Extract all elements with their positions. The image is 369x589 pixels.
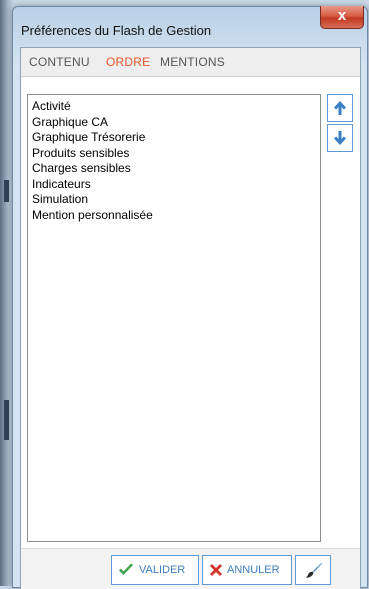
desktop-mark (4, 400, 9, 440)
valider-button[interactable]: VALIDER (111, 555, 199, 585)
dialog-footer: VALIDER ANNULER (21, 548, 360, 589)
brush-icon (306, 563, 322, 578)
window-title: Préférences du Flash de Gestion (21, 23, 212, 38)
tab-ordre[interactable]: ORDRE (106, 55, 150, 69)
close-icon: x (337, 7, 347, 24)
close-button[interactable]: x (320, 6, 364, 29)
list-item[interactable]: Graphique Trésorerie (28, 130, 320, 146)
desktop-mark (4, 180, 9, 202)
list-item[interactable]: Graphique CA (28, 115, 320, 131)
arrow-down-icon (334, 131, 346, 145)
x-icon (210, 564, 222, 576)
tab-bar: CONTENU ORDRE MENTIONS (21, 48, 360, 77)
list-item[interactable]: Simulation (28, 192, 320, 208)
check-icon (119, 563, 133, 575)
dialog-content: CONTENU ORDRE MENTIONS Activité Graphiqu… (20, 47, 361, 589)
list-item[interactable]: Activité (28, 99, 320, 115)
valider-label: VALIDER (139, 564, 186, 576)
move-down-button[interactable] (327, 124, 353, 152)
tab-mentions[interactable]: MENTIONS (160, 55, 225, 69)
list-item[interactable]: Indicateurs (28, 177, 320, 193)
title-bar: Préférences du Flash de Gestion x (13, 6, 367, 47)
list-item[interactable]: Produits sensibles (28, 146, 320, 162)
annuler-button[interactable]: ANNULER (202, 555, 292, 585)
move-up-button[interactable] (327, 94, 353, 122)
annuler-label: ANNULER (227, 564, 280, 576)
reset-button[interactable] (295, 555, 331, 585)
order-panel: Activité Graphique CA Graphique Trésorer… (21, 77, 360, 547)
list-item[interactable]: Mention personnalisée (28, 208, 320, 224)
arrow-up-icon (334, 101, 346, 115)
preferences-dialog: Préférences du Flash de Gestion x CONTEN… (12, 6, 368, 589)
tab-contenu[interactable]: CONTENU (29, 55, 90, 69)
order-listbox[interactable]: Activité Graphique CA Graphique Trésorer… (27, 94, 321, 542)
list-item[interactable]: Charges sensibles (28, 161, 320, 177)
